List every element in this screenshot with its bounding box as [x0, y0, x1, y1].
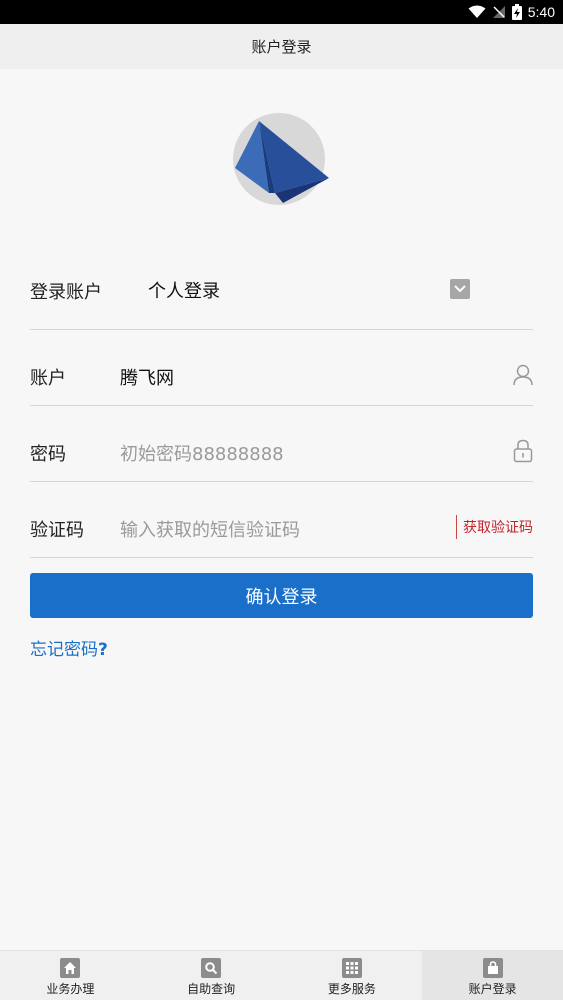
chevron-down-icon[interactable]: [450, 279, 470, 299]
account-type-row[interactable]: 登录账户 个人登录: [30, 270, 533, 330]
paper-plane-icon: [235, 121, 329, 203]
account-row: 账户 腾飞网: [30, 330, 533, 406]
password-label: 密码: [30, 444, 66, 465]
tab-label: 账户登录: [468, 982, 517, 996]
page-title: 账户登录: [251, 38, 312, 56]
tab-more-services[interactable]: 更多服务: [282, 951, 423, 1000]
tab-label: 更多服务: [327, 982, 376, 996]
tab-self-query[interactable]: 自助查询: [141, 951, 282, 1000]
forgot-question-mark: ?: [98, 640, 108, 660]
account-label: 账户: [30, 368, 66, 389]
login-button[interactable]: 确认登录: [30, 573, 533, 618]
user-icon: [513, 364, 533, 386]
status-time: 5:40: [527, 4, 555, 20]
account-type-label: 登录账户: [30, 282, 102, 303]
password-row: 密码 初始密码88888888: [30, 406, 533, 482]
status-bar: 5:40: [0, 0, 563, 24]
tab-account-login[interactable]: 账户登录: [422, 951, 563, 1000]
verification-input[interactable]: 输入获取的短信验证码: [120, 516, 300, 542]
tab-label: 业务办理: [46, 982, 95, 996]
bag-icon: [482, 958, 503, 978]
verification-row: 验证码 输入获取的短信验证码 获取验证码: [30, 482, 533, 558]
status-icons: 5:40: [468, 3, 555, 21]
battery-charging-icon: [511, 4, 522, 20]
search-icon: [201, 958, 222, 978]
tab-label: 自助查询: [187, 982, 236, 996]
lock-icon: [513, 439, 533, 463]
grid-icon: [341, 958, 362, 978]
forgot-password-text: 忘记密码: [30, 640, 98, 660]
app-logo: [233, 113, 329, 205]
account-input[interactable]: 腾飞网: [120, 364, 174, 390]
get-code-button[interactable]: 获取验证码: [456, 515, 533, 539]
title-bar: 账户登录: [0, 24, 563, 69]
wifi-icon: [468, 5, 486, 18]
forgot-password-link[interactable]: 忘记密码?: [30, 635, 108, 660]
password-input[interactable]: 初始密码88888888: [120, 440, 284, 466]
home-icon: [60, 958, 81, 978]
tab-business[interactable]: 业务办理: [0, 951, 141, 1000]
account-type-select[interactable]: 个人登录: [148, 277, 220, 303]
verification-label: 验证码: [30, 520, 84, 541]
no-signal-icon: [492, 6, 505, 18]
bottom-tab-bar: 业务办理 自助查询 更多服务 账户登录: [0, 950, 563, 1000]
